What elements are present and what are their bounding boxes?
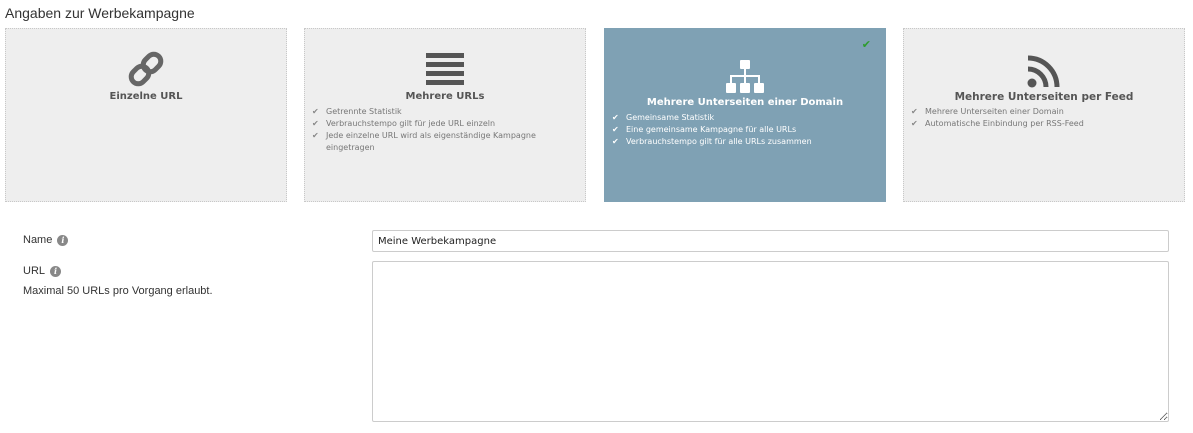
feature-item: ✔ Gemeinsame Statistik xyxy=(611,112,875,124)
card-title: Mehrere URLs xyxy=(405,91,485,102)
feature-text: Verbrauchstempo gilt für jede URL einzel… xyxy=(326,119,496,128)
name-input[interactable] xyxy=(372,230,1169,252)
feature-item: ✔ Verbrauchstempo gilt für alle URLs zusa… xyxy=(611,136,875,148)
feature-text: Eine gemeinsame Kampagne für alle URLs xyxy=(626,125,797,134)
url-label-row: URL i xyxy=(23,265,62,277)
campaign-type-card-single-url[interactable]: Einzelne URL xyxy=(5,28,287,202)
feature-text: Automatische Einbindung per RSS-Feed xyxy=(925,119,1084,128)
feature-item: ✔ Mehrere Unterseiten einer Domain xyxy=(910,106,1174,118)
feature-text: Jede einzelne URL wird als eigenständige… xyxy=(326,131,536,152)
campaign-form-page: Angaben zur Werbekampagne Einzelne URL M… xyxy=(0,0,1193,433)
card-title: Mehrere Unterseiten einer Domain xyxy=(646,97,844,108)
feature-list: ✔ Gemeinsame Statistik ✔ Eine gemeinsame K… xyxy=(611,112,875,148)
info-icon[interactable]: i xyxy=(57,234,69,246)
checkmark-icon: ✔ xyxy=(612,125,619,134)
feature-text: Gemeinsame Statistik xyxy=(626,113,715,122)
section-title: Angaben zur Werbekampagne xyxy=(5,5,195,21)
chain-link-icon xyxy=(6,49,286,89)
feature-item: ✔ Verbrauchstempo gilt für jede URL einze… xyxy=(311,118,575,130)
checkmark-icon: ✔ xyxy=(612,113,619,122)
info-icon[interactable]: i xyxy=(50,265,62,277)
feature-text: Getrennte Statistik xyxy=(326,107,402,116)
sitemap-icon xyxy=(605,57,885,97)
checkmark-icon: ✔ xyxy=(612,137,619,146)
checkmark-icon: ✔ xyxy=(312,119,319,128)
card-title: Einzelne URL xyxy=(109,91,183,102)
feature-list: ✔ Mehrere Unterseiten einer Domain ✔ Autom… xyxy=(910,106,1174,130)
feature-list: ✔ Getrennte Statistik ✔ Verbrauchstempo gi… xyxy=(311,106,575,154)
selected-check-icon: ✔ xyxy=(861,39,871,51)
name-label: Name xyxy=(23,234,53,246)
checkmark-icon: ✔ xyxy=(911,119,918,128)
feature-item: ✔ Jede einzelne URL wird als eigenständig… xyxy=(311,130,575,154)
feature-text: Verbrauchstempo gilt für alle URLs zusam… xyxy=(626,137,812,146)
feature-item: ✔ Eine gemeinsame Kampagne für alle URLs xyxy=(611,124,875,136)
feature-item: ✔ Automatische Einbindung per RSS-Feed xyxy=(910,118,1174,130)
url-label: URL xyxy=(23,265,46,277)
name-label-row: Name i xyxy=(23,234,69,246)
rss-feed-icon xyxy=(904,51,1184,91)
card-title: Mehrere Unterseiten per Feed xyxy=(954,91,1134,103)
url-limit-hint: Maximal 50 URLs pro Vorgang erlaubt. xyxy=(23,285,213,297)
checkmark-icon: ✔ xyxy=(312,131,319,140)
feature-text: Mehrere Unterseiten einer Domain xyxy=(925,107,1064,116)
campaign-type-card-domain-subpages[interactable]: ✔ Mehrere Unterseiten einer Domain ✔ Geme… xyxy=(604,28,886,202)
url-textarea[interactable] xyxy=(372,261,1169,422)
campaign-type-card-multiple-urls[interactable]: Mehrere URLs ✔ Getrennte Statistik ✔ Verbr… xyxy=(304,28,586,202)
campaign-type-card-feed[interactable]: Mehrere Unterseiten per Feed ✔ Mehrere Un… xyxy=(903,28,1185,202)
checkmark-icon: ✔ xyxy=(312,107,319,116)
checkmark-icon: ✔ xyxy=(911,107,918,116)
feature-item: ✔ Getrennte Statistik xyxy=(311,106,575,118)
list-lines-icon xyxy=(305,49,585,89)
